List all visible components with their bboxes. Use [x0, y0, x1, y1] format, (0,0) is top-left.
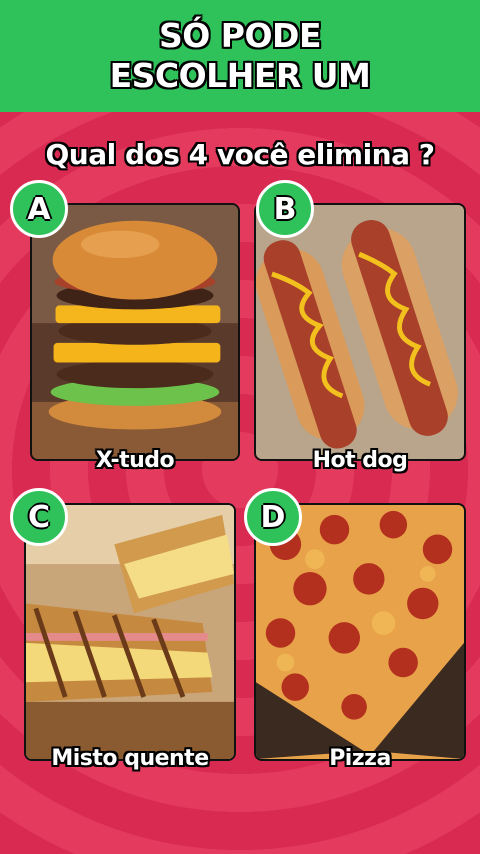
- option-a-label: X-tudo: [95, 448, 175, 473]
- hotdog-image: [256, 205, 464, 459]
- option-b-card[interactable]: [254, 203, 466, 461]
- title-line-2: ESCOLHER UM: [109, 56, 371, 95]
- option-d-badge: D: [244, 488, 302, 546]
- grilled-sandwich-image: [26, 505, 234, 759]
- option-a-card[interactable]: [30, 203, 240, 461]
- option-a-badge: A: [10, 180, 68, 238]
- burger-image: [32, 205, 238, 459]
- option-c-card[interactable]: [24, 503, 236, 761]
- option-c-label: Misto quente: [51, 746, 209, 771]
- title-line-1: SÓ PODE: [159, 16, 321, 55]
- title-banner: SÓ PODE ESCOLHER UM: [0, 0, 480, 112]
- question-text: Qual dos 4 você elimina ?: [45, 138, 435, 171]
- pepperoni-pizza-image: [256, 505, 464, 759]
- option-b-label: Hot dog: [312, 448, 408, 473]
- option-b-badge: B: [256, 180, 314, 238]
- option-d-label: Pizza: [329, 746, 391, 771]
- option-c-badge: C: [10, 488, 68, 546]
